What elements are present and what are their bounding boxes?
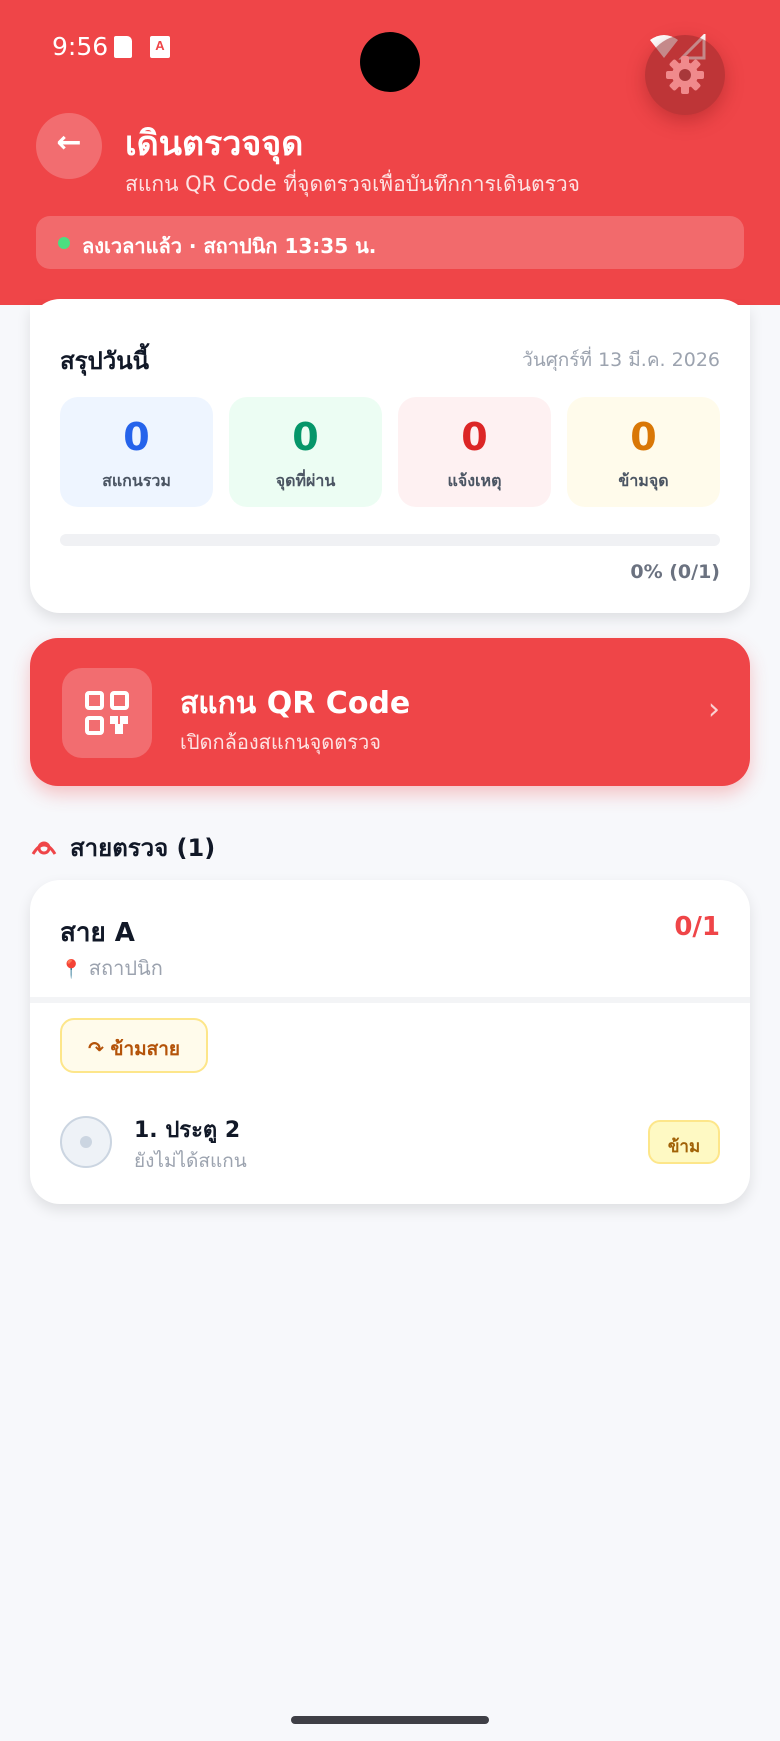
skip-route-label: ↷ ข้ามสาย bbox=[87, 1038, 181, 1060]
routes-heading: สายตรวจ (1) bbox=[70, 834, 216, 862]
scan-qr-button[interactable]: สแกน QR Code เปิดกล้องสแกนจุดตรวจ › bbox=[30, 638, 750, 786]
status-time: 9:56 bbox=[52, 32, 109, 61]
summary-title: สรุปวันนี้ bbox=[60, 347, 150, 375]
qr-code-icon-box bbox=[62, 668, 152, 758]
checkpoint-status-icon bbox=[60, 1116, 112, 1168]
clock-in-status: ลงเวลาแล้ว · สถาปนิก 13:35 น. bbox=[36, 216, 744, 269]
stat-label: จุดที่ผ่าน bbox=[275, 471, 336, 490]
home-indicator[interactable] bbox=[291, 1716, 489, 1724]
clock-in-text: ลงเวลาแล้ว · สถาปนิก 13:35 น. bbox=[82, 234, 377, 258]
summary-date: วันศุกร์ที่ 13 มี.ค. 2026 bbox=[522, 349, 720, 371]
checkpoint-status: ยังไม่ได้สแกน bbox=[134, 1150, 247, 1172]
stat-label: สแกนรวม bbox=[102, 471, 171, 490]
stat-value: 0 bbox=[292, 415, 319, 459]
progress-text: 0% (0/1) bbox=[630, 561, 720, 583]
scan-title: สแกน QR Code bbox=[180, 686, 411, 721]
checkpoint-name: 1. ประตู 2 bbox=[134, 1118, 241, 1143]
map-pin-icon: 📍 bbox=[60, 959, 83, 980]
qr-code-icon bbox=[85, 691, 129, 735]
skip-checkpoint-label: ข้าม bbox=[667, 1137, 701, 1157]
chevron-right-icon: › bbox=[708, 692, 720, 727]
route-card[interactable]: สาย A 0/1 📍 สถาปนิก ↷ ข้ามสาย 1. ประตู 2… bbox=[30, 880, 750, 1204]
stat-value: 0 bbox=[123, 415, 150, 459]
progress-bar bbox=[60, 534, 720, 546]
route-icon bbox=[31, 841, 57, 855]
scan-subtitle: เปิดกล้องสแกนจุดตรวจ bbox=[180, 730, 381, 754]
stat-total-scans: 0 สแกนรวม bbox=[60, 397, 213, 507]
back-arrow-icon: ← bbox=[56, 125, 82, 160]
route-progress-count: 0/1 bbox=[674, 912, 720, 942]
stat-value: 0 bbox=[461, 415, 488, 459]
stat-skipped-points: 0 ข้ามจุด bbox=[567, 397, 720, 507]
page-subtitle: สแกน QR Code ที่จุดตรวจเพื่อบันทึกการเดิ… bbox=[125, 172, 580, 196]
stat-incidents: 0 แจ้งเหตุ bbox=[398, 397, 551, 507]
header: 9:56 A ← เดินตรวจจุด สแกน QR Code ที่จุด… bbox=[0, 0, 780, 305]
page-title: เดินตรวจจุด bbox=[125, 124, 304, 164]
status-dot-icon bbox=[58, 237, 70, 249]
route-location-text: สถาปนิก bbox=[88, 956, 163, 980]
camera-cutout bbox=[360, 32, 420, 92]
stat-label: แจ้งเหตุ bbox=[447, 471, 502, 490]
skip-route-button[interactable]: ↷ ข้ามสาย bbox=[60, 1018, 208, 1073]
back-button[interactable]: ← bbox=[36, 113, 102, 179]
skip-checkpoint-button[interactable]: ข้าม bbox=[648, 1120, 720, 1164]
gear-icon bbox=[666, 56, 704, 94]
divider bbox=[30, 997, 750, 1003]
stat-label: ข้ามจุด bbox=[618, 471, 669, 490]
stat-passed-points: 0 จุดที่ผ่าน bbox=[229, 397, 382, 507]
a-app-icon: A bbox=[150, 36, 170, 58]
sd-card-icon bbox=[112, 36, 132, 58]
settings-button[interactable] bbox=[645, 35, 725, 115]
route-name: สาย A bbox=[60, 918, 135, 948]
summary-card: สรุปวันนี้ วันศุกร์ที่ 13 มี.ค. 2026 0 ส… bbox=[30, 299, 750, 613]
stat-value: 0 bbox=[630, 415, 657, 459]
route-location: 📍 สถาปนิก bbox=[60, 952, 163, 984]
